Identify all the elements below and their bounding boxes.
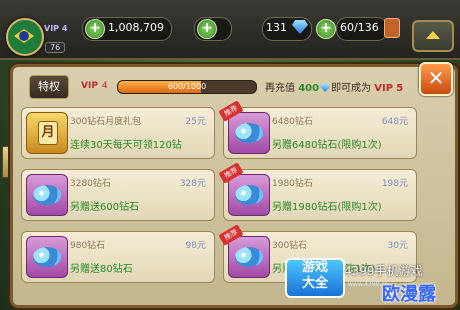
logo-line-2: 大全 [301, 276, 328, 291]
stamina-drumstick-icon [384, 18, 400, 38]
add-gems-button[interactable]: + [316, 19, 336, 39]
gem-pile-shape [33, 185, 61, 205]
diamond-pile-icon [228, 112, 270, 154]
diamond-pile-icon [26, 174, 68, 216]
watermark-site-text: 4399手机游戏 [344, 264, 423, 278]
item-name: 6480钻石 [272, 117, 313, 127]
close-button[interactable]: ✕ [419, 62, 453, 96]
recharge-prefix: 再充值 [265, 83, 295, 94]
item-description: 另赠1980钻石(限购1次) [272, 202, 382, 213]
watermark-corner-text: 欧漫露 [382, 284, 436, 305]
vip-header: 特权 VIP 4 600/1000 再充值 400 即可成为 VIP 5 [19, 73, 419, 99]
next-vip-label: VIP [374, 83, 394, 94]
shop-item-card[interactable]: 推荐 6480钻石 648元 另赠6480钻石(限购1次) [218, 100, 417, 159]
item-name: 1980钻石 [272, 179, 313, 189]
shop-item-card[interactable]: 推荐 1980钻石 198元 另赠1980钻石(限购1次) [218, 162, 417, 221]
item-price: 25元 [185, 117, 206, 127]
item-price: 198元 [381, 179, 408, 189]
gem-pile-shape [235, 123, 263, 143]
shop-item-card[interactable]: 3280钻石 328元 另赠送600钻石 [21, 169, 215, 221]
item-description: 另赠6480钻石(限购1次) [272, 140, 382, 151]
item-name: 3280钻石 [70, 179, 111, 189]
add-gold-button[interactable]: + [85, 19, 105, 39]
recharge-amount: 400 [298, 83, 320, 94]
logo-line-1: 游戏 [301, 260, 328, 275]
recharge-suffix: 即可成为 [331, 83, 372, 94]
gem-pile-shape [235, 185, 263, 205]
item-name: 300钻石月度礼包 [70, 117, 142, 127]
level-badge: 76 [45, 42, 66, 53]
item-description: 连续30天每天可领120钻 [70, 140, 182, 151]
item-price: 328元 [179, 179, 206, 189]
add-resource-button[interactable]: + [197, 19, 217, 39]
gold-amount: 1,008,709 [108, 21, 164, 34]
shop-item-card[interactable]: 980钻石 98元 另赠送80钻石 [21, 231, 215, 283]
calendar-month-icon: 月 [38, 121, 58, 145]
item-name: 300钻石 [272, 241, 308, 251]
item-description: 另赠送600钻石 [70, 202, 140, 213]
diamond-pile-icon [26, 236, 68, 278]
top-status-bar: VIP 4 76 + 1,008,709 + 131 + 60/136 [0, 0, 460, 60]
recharge-hint: 再充值 400 即可成为 VIP 5 [265, 79, 403, 94]
diamond-pile-icon [228, 236, 270, 278]
flag-globe-shape [19, 31, 29, 41]
gem-pile-shape [33, 247, 61, 267]
item-price: 30元 [387, 241, 408, 251]
current-vip-level: 4 [101, 81, 108, 91]
top-vip-label: VIP 4 [44, 24, 68, 33]
arrow-up-icon [426, 31, 440, 39]
site-logo: 游戏 大全 [285, 258, 345, 298]
vip-progress-text: 600/1000 [167, 82, 207, 91]
month-card-icon: 月 [26, 112, 68, 154]
gem-amount: 131 [266, 21, 287, 34]
item-price: 98元 [185, 241, 206, 251]
item-price: 648元 [381, 117, 408, 127]
shop-item-card[interactable]: 月 300钻石月度礼包 25元 连续30天每天可领120钻 [21, 107, 215, 159]
privilege-button[interactable]: 特权 [29, 75, 69, 99]
gem-pile-shape [235, 247, 263, 267]
diamond-icon [320, 84, 331, 92]
current-vip-label: VIP [81, 81, 98, 91]
diamond-pile-icon [228, 174, 270, 216]
collapse-menu-button[interactable] [412, 20, 454, 52]
vip-progress-bar: 600/1000 [117, 80, 257, 94]
stamina-amount: 60/136 [340, 21, 379, 34]
player-avatar-flag[interactable] [6, 18, 44, 56]
item-description: 另赠送80钻石 [70, 264, 133, 275]
item-name: 980钻石 [70, 241, 106, 251]
current-vip: VIP 4 [81, 81, 108, 91]
next-vip-level: 5 [396, 83, 404, 94]
